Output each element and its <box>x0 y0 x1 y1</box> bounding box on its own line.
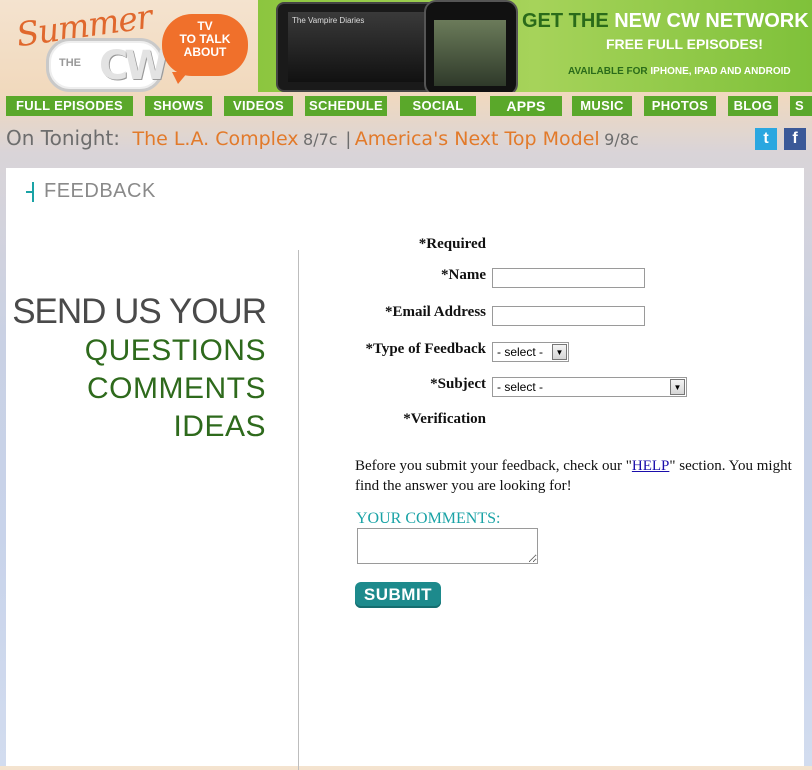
banner-title: GET THE NEW CW NETWORK A <box>522 10 812 32</box>
logo-cw-text: CW <box>99 43 169 89</box>
nav-photos[interactable]: PHOTOS <box>644 96 716 116</box>
tonight-show-2[interactable]: America's Next Top Model <box>355 128 600 150</box>
page-title: FEEDBACK <box>44 180 156 202</box>
comments-label: YOUR COMMENTS: <box>356 510 501 527</box>
facebook-icon[interactable]: f <box>784 128 806 150</box>
promo-text: SEND US YOUR QUESTIONS COMMENTS IDEAS <box>6 292 267 446</box>
name-field[interactable] <box>492 268 645 288</box>
help-link[interactable]: HELP <box>632 458 670 474</box>
tablet-screen-label: The Vampire Diaries <box>292 16 365 25</box>
tonight-show-1[interactable]: The L.A. Complex <box>132 128 298 150</box>
nav-apps[interactable]: APPS <box>490 96 562 116</box>
tagline-bubble: TV TO TALK ABOUT <box>162 14 248 84</box>
feedback-panel: FEEDBACK SEND US YOUR QUESTIONS COMMENTS… <box>6 168 804 770</box>
tagline-line-3: ABOUT <box>183 45 227 59</box>
email-label: *Email Address <box>385 304 486 320</box>
comments-field[interactable] <box>357 528 538 564</box>
required-note: *Required <box>418 236 486 252</box>
nav-more-truncated[interactable]: S <box>790 96 812 116</box>
help-message: Before you submit your feedback, check o… <box>355 458 792 494</box>
tonight-time-2: 9/8c <box>604 130 639 149</box>
feedback-type-value: - select - <box>497 345 544 359</box>
main-nav: FULL EPISODES SHOWS VIDEOS SCHEDULE SOCI… <box>0 96 812 118</box>
subject-label: *Subject <box>430 376 486 392</box>
on-tonight-label: On Tonight: <box>6 126 121 150</box>
name-label: *Name <box>441 267 486 283</box>
nav-shows[interactable]: SHOWS <box>145 96 212 116</box>
twitter-icon[interactable]: t <box>755 128 777 150</box>
app-promo-banner[interactable]: The Vampire Diaries GET THE NEW CW NETWO… <box>258 0 812 92</box>
nav-full-episodes[interactable]: FULL EPISODES <box>6 96 133 116</box>
cw-summer-logo[interactable]: Summer THE CW TV TO TALK ABOUT <box>10 0 256 92</box>
nav-blog[interactable]: BLOG <box>728 96 778 116</box>
submit-button[interactable]: SUBMIT <box>355 582 441 608</box>
promo-line-2: QUESTIONS <box>84 334 266 367</box>
nav-videos[interactable]: VIDEOS <box>224 96 293 116</box>
verification-label: *Verification <box>403 411 486 427</box>
promo-line-3: COMMENTS <box>87 372 266 405</box>
nav-schedule[interactable]: SCHEDULE <box>305 96 387 116</box>
promo-line-1: SEND US YOUR <box>12 292 267 331</box>
feedback-type-label: *Type of Feedback <box>365 341 486 357</box>
site-header: Summer THE CW TV TO TALK ABOUT The Vampi… <box>0 0 812 92</box>
logo-the-text: THE <box>59 57 81 69</box>
subject-value: - select - <box>497 380 544 394</box>
banner-availability: AVAILABLE FOR IPHONE, IPAD AND ANDROID <box>568 66 791 77</box>
phone-image <box>424 0 518 92</box>
vertical-divider <box>298 250 299 770</box>
email-field[interactable] <box>492 306 645 326</box>
feedback-type-select[interactable]: - select - ▼ <box>492 342 569 362</box>
devices-image: The Vampire Diaries <box>276 0 518 92</box>
tonight-time-1: 8/7c <box>303 130 338 149</box>
banner-subtitle: FREE FULL EPISODES! <box>606 36 763 52</box>
promo-line-4: IDEAS <box>173 410 266 443</box>
cw-logo-badge: THE CW <box>46 38 169 92</box>
chevron-down-icon: ▼ <box>552 344 567 360</box>
subject-select[interactable]: - select - ▼ <box>492 377 687 397</box>
chevron-down-icon: ▼ <box>670 379 685 395</box>
nav-social[interactable]: SOCIAL <box>400 96 476 116</box>
on-tonight-bar: On Tonight: The L.A. Complex 8/7c | Ameri… <box>6 126 639 156</box>
nav-music[interactable]: MUSIC <box>572 96 632 116</box>
tonight-separator: | <box>346 129 351 149</box>
